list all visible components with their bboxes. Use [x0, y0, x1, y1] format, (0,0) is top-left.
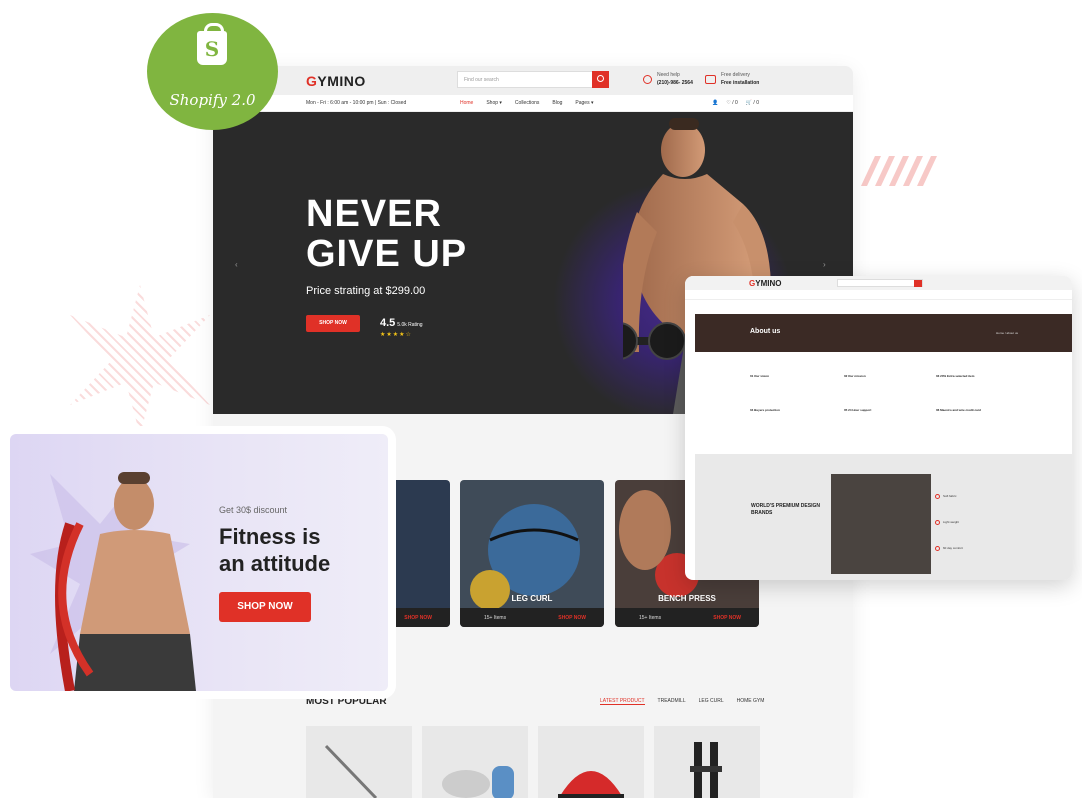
promo-headline: Fitness is an attitude: [219, 524, 331, 576]
hero-rating: 4.5 5.0k Rating ★★★★☆: [380, 317, 423, 338]
about-brands-section: WORLD'S PREMIUM DESIGN BRANDS Soft fabri…: [695, 454, 1072, 580]
about-search: [837, 279, 923, 287]
cart-icon[interactable]: 🛒 / 0: [746, 100, 759, 106]
nav-item[interactable]: Shop ▾: [486, 100, 502, 106]
hero-shop-button[interactable]: SHOP NOW: [306, 315, 360, 332]
category-shop-link[interactable]: SHOP NOW: [558, 615, 586, 621]
search-input[interactable]: Find our search: [457, 71, 609, 88]
product-tab[interactable]: TREADMILL: [658, 698, 686, 705]
section-title: MOST POPULAR: [306, 696, 387, 707]
product-card[interactable]: [306, 726, 412, 798]
carousel-next-icon[interactable]: ›: [823, 260, 826, 269]
category-card-leg-curl[interactable]: LEG CURL 15+ Items SHOP NOW: [460, 480, 604, 627]
promo-discount: Get 30$ discount: [219, 505, 288, 515]
truck-icon: [705, 75, 716, 84]
cloud-icon: [935, 494, 940, 499]
machine-image: [690, 742, 722, 798]
promo-shop-button[interactable]: SHOP NOW: [219, 592, 311, 622]
hero-headline: NEVER GIVE UP: [306, 193, 468, 275]
about-banner: About us Home / about us: [695, 314, 1072, 352]
header-topbar: GYMINO Find our search Need help (210)-9…: [213, 66, 853, 95]
product-card[interactable]: [422, 726, 528, 798]
balance-ball-image: [558, 771, 624, 798]
header-icons: 👤 ♡ / 0 🛒 / 0: [712, 100, 759, 106]
delivery-info: Free delivery Free installation: [721, 72, 760, 86]
nav-item[interactable]: Collections: [515, 100, 539, 106]
nav-item[interactable]: Pages ▾: [575, 100, 593, 106]
about-photo: [831, 474, 931, 574]
nav-item[interactable]: Blog: [552, 100, 562, 106]
rating-stars-icon: ★★★★☆: [380, 332, 412, 338]
about-nav: [685, 290, 1072, 300]
hero-price: Price strating at $299.00: [306, 285, 426, 297]
feature-item: 60 day comfort: [935, 546, 963, 551]
carousel-prev-icon[interactable]: ‹: [235, 260, 238, 269]
product-card[interactable]: [538, 726, 644, 798]
main-nav: Mon - Fri : 6:00 am - 10:00 pm | Sun : C…: [213, 95, 853, 112]
decorative-burst: [70, 285, 210, 435]
shopify-bag-icon: S: [197, 23, 227, 65]
product-tab[interactable]: HOME GYM: [737, 698, 765, 705]
shopify-badge: S Shopify 2.0: [147, 13, 278, 130]
store-hours: Mon - Fri : 6:00 am - 10:00 pm | Sun : C…: [306, 100, 407, 106]
help-info: Need help (210)-986- 2564: [657, 72, 693, 86]
promo-athlete-image: [30, 472, 196, 691]
about-header: GYMINO: [685, 276, 1072, 290]
medicine-ball-image: [470, 504, 580, 610]
brands-title: WORLD'S PREMIUM DESIGN BRANDS: [751, 503, 820, 516]
product-card[interactable]: [654, 726, 760, 798]
product-tabs: LATEST PRODUCT TREADMILL LEG CURL HOME GYM: [600, 698, 764, 705]
product-tab[interactable]: LEG CURL: [699, 698, 724, 705]
feature-item: Soft fabric: [935, 494, 957, 499]
gym-bag-image: [442, 766, 514, 798]
wishlist-icon[interactable]: ♡ / 0: [726, 100, 737, 106]
clock-icon: [935, 546, 940, 551]
category-shop-link[interactable]: SHOP NOW: [404, 615, 432, 621]
promo-card: Get 30$ discount Fitness is an attitude S…: [10, 434, 388, 691]
barbell-image: [324, 744, 378, 798]
about-logo: GYMINO: [749, 279, 782, 288]
user-icon[interactable]: 👤: [712, 100, 718, 106]
feature-item: Light weight: [935, 520, 959, 525]
search-icon[interactable]: [592, 71, 609, 88]
feather-icon: [935, 520, 940, 525]
nav-item[interactable]: Home: [460, 100, 473, 106]
product-tab[interactable]: LATEST PRODUCT: [600, 698, 645, 705]
about-page-preview: GYMINO About us Home / about us 01 Our v…: [685, 276, 1072, 580]
site-logo[interactable]: GYMINO: [306, 73, 366, 89]
headset-icon: [643, 75, 652, 84]
category-shop-link[interactable]: SHOP NOW: [713, 615, 741, 621]
